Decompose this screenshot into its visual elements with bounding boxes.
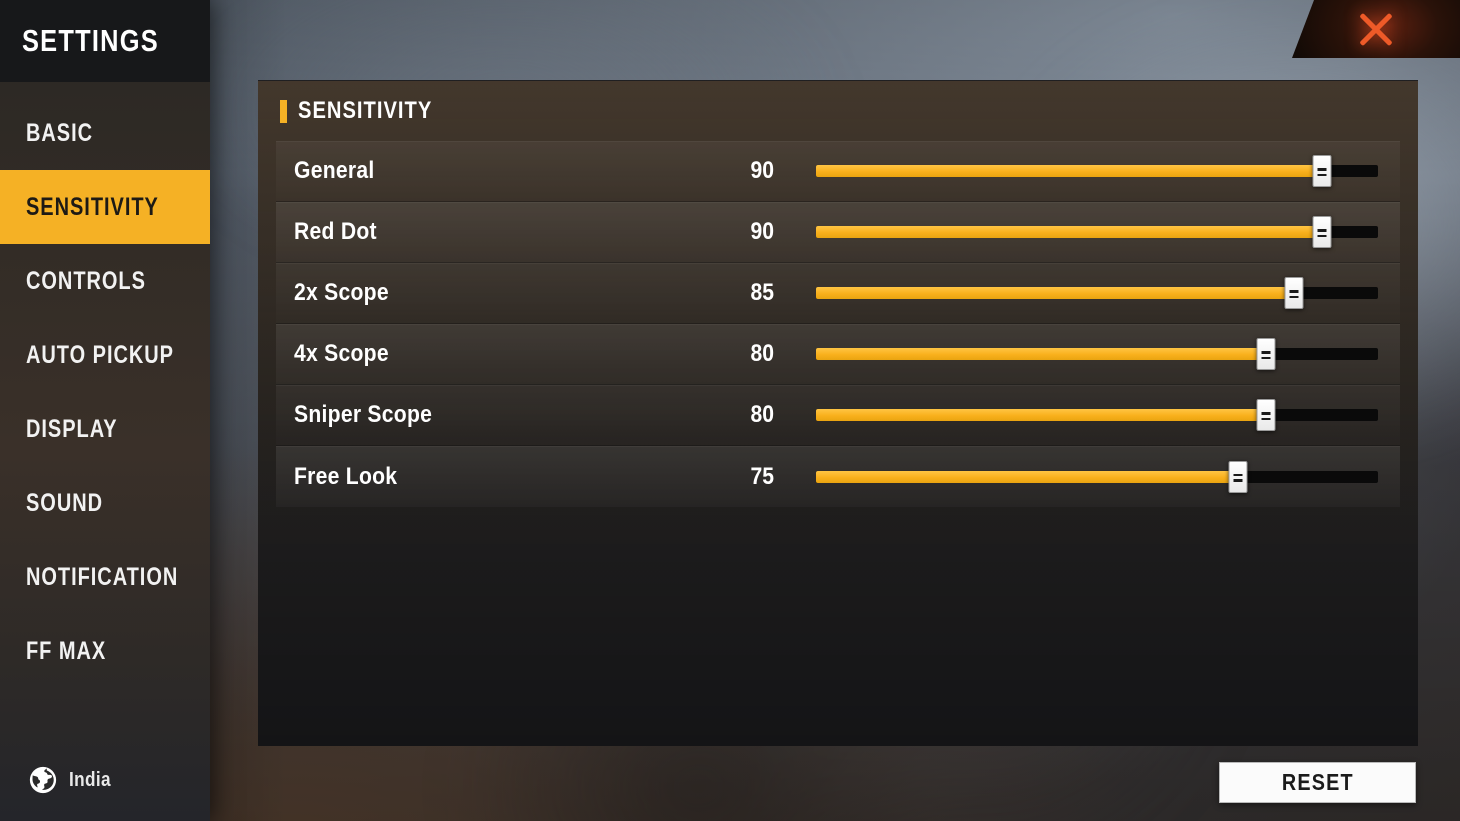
sidebar-item-label: SENSITIVITY: [26, 192, 159, 221]
accent-bar-icon: [280, 99, 287, 123]
sidebar-item-label: FF MAX: [26, 636, 107, 665]
close-button[interactable]: [1292, 0, 1460, 58]
sidebar-item-label: DISPLAY: [26, 414, 118, 443]
slider-thumb[interactable]: [1256, 399, 1276, 431]
sensitivity-row: Free Look 75: [276, 446, 1400, 507]
region-selector[interactable]: India: [28, 765, 118, 795]
sensitivity-row: 4x Scope 80: [276, 324, 1400, 385]
settings-title-bar: SETTINGS: [0, 0, 210, 82]
row-label-4x-scope: 4x Scope: [294, 340, 389, 367]
slider-2x-scope[interactable]: [816, 273, 1378, 313]
row-label-sniper-scope: Sniper Scope: [294, 401, 433, 428]
slider-general[interactable]: [816, 151, 1378, 191]
settings-panel: SENSITIVITY General 90 Red Dot 90 2x Scope 85…: [258, 80, 1418, 746]
row-label-2x-scope: 2x Scope: [294, 279, 389, 306]
slider-fill: [816, 470, 1238, 483]
slider-thumb[interactable]: [1284, 277, 1304, 309]
row-value-general: 90: [750, 157, 774, 184]
sensitivity-row: General 90: [276, 141, 1400, 202]
sidebar-nav-list: BASIC SENSITIVITY CONTROLS AUTO PICKUP DISPL…: [0, 82, 210, 688]
slider-fill: [816, 348, 1266, 360]
sidebar-item-ff-max[interactable]: FF MAX: [0, 614, 210, 688]
row-label-general: General: [294, 157, 375, 184]
slider-fill: [816, 409, 1266, 421]
sidebar-item-display[interactable]: DISPLAY: [0, 392, 210, 466]
section-header: SENSITIVITY: [258, 81, 1418, 141]
reset-button-label: RESET: [1281, 769, 1354, 795]
slider-thumb[interactable]: [1228, 460, 1247, 493]
slider-fill: [816, 165, 1322, 177]
sensitivity-row-list: General 90 Red Dot 90 2x Scope 85 4x Scope 80 Sn…: [258, 141, 1418, 507]
page-title: SETTINGS: [22, 23, 159, 58]
sidebar-item-notification[interactable]: NOTIFICATION: [0, 540, 210, 614]
section-title: SENSITIVITY: [298, 97, 433, 124]
sidebar-item-label: SOUND: [26, 488, 104, 517]
close-icon: [1356, 9, 1396, 49]
sidebar-item-sensitivity[interactable]: SENSITIVITY: [0, 170, 210, 244]
slider-4x-scope[interactable]: [816, 334, 1378, 374]
sidebar-item-label: BASIC: [26, 118, 94, 147]
sidebar-item-auto-pickup[interactable]: AUTO PICKUP: [0, 318, 210, 392]
globe-icon: [29, 766, 57, 794]
sidebar-item-label: NOTIFICATION: [26, 562, 179, 591]
sidebar-item-label: AUTO PICKUP: [26, 340, 174, 369]
slider-red-dot[interactable]: [816, 212, 1378, 252]
row-value-free-look: 75: [750, 462, 774, 490]
settings-sidebar: SETTINGS BASIC SENSITIVITY CONTROLS AUTO PI…: [0, 0, 210, 821]
sidebar-item-controls[interactable]: CONTROLS: [0, 244, 210, 318]
sidebar-item-label: CONTROLS: [26, 266, 146, 295]
sensitivity-row: Sniper Scope 80: [276, 385, 1400, 446]
reset-button[interactable]: RESET: [1219, 762, 1416, 803]
region-label: India: [69, 768, 111, 791]
slider-thumb[interactable]: [1256, 338, 1276, 370]
row-label-free-look: Free Look: [294, 462, 398, 490]
row-value-sniper-scope: 80: [750, 401, 774, 428]
slider-thumb[interactable]: [1312, 216, 1332, 248]
slider-fill: [816, 226, 1322, 238]
row-value-2x-scope: 85: [750, 279, 774, 306]
slider-thumb[interactable]: [1312, 155, 1332, 187]
sidebar-item-sound[interactable]: SOUND: [0, 466, 210, 540]
slider-fill: [816, 287, 1294, 299]
slider-sniper-scope[interactable]: [816, 395, 1378, 435]
slider-free-look[interactable]: [816, 457, 1378, 497]
row-value-4x-scope: 80: [750, 340, 774, 367]
sensitivity-row: 2x Scope 85: [276, 263, 1400, 324]
sidebar-item-basic[interactable]: BASIC: [0, 96, 210, 170]
row-label-red-dot: Red Dot: [294, 218, 377, 245]
row-value-red-dot: 90: [750, 218, 774, 245]
sensitivity-row: Red Dot 90: [276, 202, 1400, 263]
